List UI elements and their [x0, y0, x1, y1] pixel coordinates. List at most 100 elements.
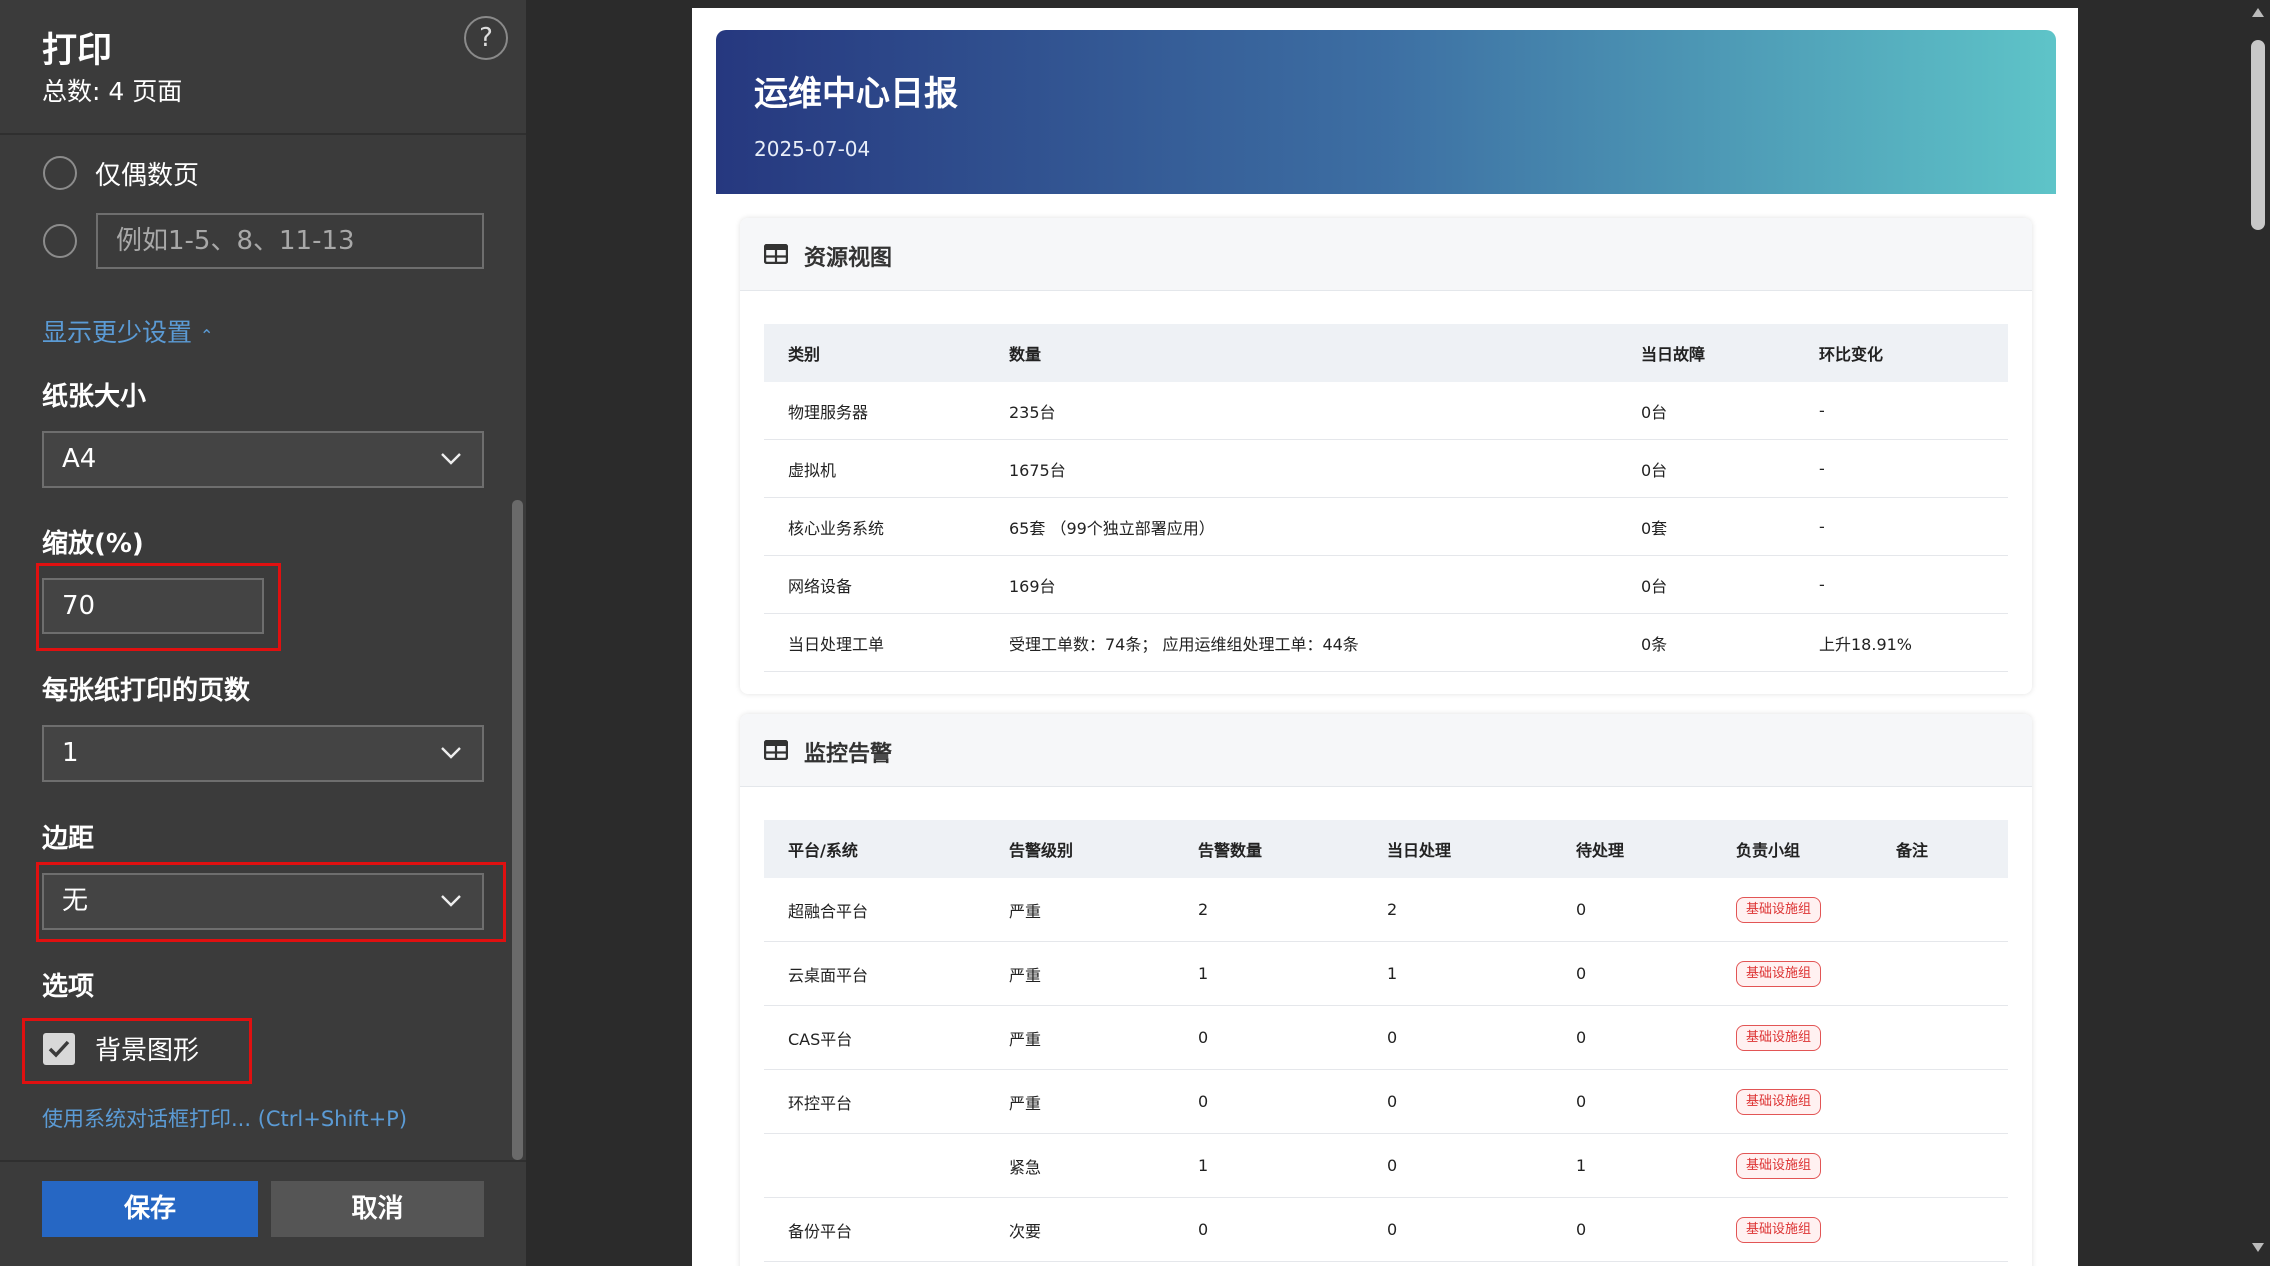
scroll-down-arrow-icon[interactable] [2252, 1243, 2264, 1252]
table-cell: 0台 [1617, 439, 1795, 498]
paper-size-value: A4 [62, 444, 97, 474]
resources-title: 资源视图 [804, 246, 893, 271]
header-divider [0, 133, 526, 135]
table-cell: 1 [1174, 1133, 1363, 1198]
print-title: 打印 [42, 31, 113, 71]
table-cell: 1 [1363, 941, 1552, 1006]
alerts-card: 监控告警 平台/系统 告警级别 告警数量 当日处理 待处理 负责小组 备注 超融… [740, 714, 2032, 1266]
table-cell: 严重 [985, 1069, 1174, 1134]
custom-range-radio[interactable] [43, 224, 77, 258]
team-badge: 基础设施组 [1736, 1088, 1822, 1115]
scale-label: 缩放(%) [42, 529, 144, 559]
chevron-down-icon [440, 727, 462, 760]
table-cell: 1 [1552, 1133, 1712, 1198]
table-cell: 基础设施组 [1712, 1069, 1872, 1134]
table-row: 超融合平台 严重 2 2 0 基础设施组 [764, 878, 2008, 942]
help-icon[interactable]: ? [464, 16, 508, 60]
table-cell: 上升18.91% [1795, 613, 2008, 672]
pages-per-sheet-select[interactable]: 1 [42, 725, 484, 782]
scroll-up-arrow-icon[interactable] [2252, 8, 2264, 17]
table-cell: 0 [1174, 1197, 1363, 1262]
table-row: 虚拟机 1675台 0台 - [764, 439, 2008, 498]
report-title: 运维中心日报 [754, 74, 958, 114]
column-header: 告警级别 [1009, 841, 1074, 860]
preview-scrollbar[interactable] [2246, 0, 2270, 1266]
table-cell: 基础设施组 [1712, 1197, 1872, 1262]
table-cell: 1675台 [985, 439, 1617, 498]
resources-card-header: 资源视图 [740, 218, 2032, 291]
table-cell: 235台 [985, 382, 1617, 440]
alerts-card-header: 监控告警 [740, 714, 2032, 787]
report-date: 2025-07-04 [754, 137, 871, 161]
show-less-label: 显示更少设置 [42, 318, 193, 347]
column-header: 数量 [1009, 345, 1042, 364]
pages-per-sheet-value: 1 [62, 738, 79, 768]
report-banner: 运维中心日报 2025-07-04 [716, 30, 2056, 194]
table-cell [764, 1133, 985, 1198]
scale-highlight-box [36, 563, 281, 651]
print-panel: 打印 总数: 4 页面 ? 仅偶数页 例如1-5、8、11-13 显示更少设置 ⌃… [0, 0, 526, 1266]
table-cell: 物理服务器 [764, 382, 985, 440]
even-pages-label: 仅偶数页 [95, 161, 200, 191]
table-cell: 基础设施组 [1712, 878, 1872, 942]
table-row: 备份平台 次要 0 0 0 基础设施组 [764, 1197, 2008, 1262]
table-cell: 紧急 [985, 1133, 1174, 1198]
table-cell: 云桌面平台 [764, 941, 985, 1006]
column-header: 备注 [1896, 841, 1929, 860]
panel-scrollbar[interactable] [512, 500, 523, 1160]
table-cell [1872, 941, 2008, 1006]
table-cell [1872, 1005, 2008, 1070]
even-pages-radio[interactable] [43, 156, 77, 190]
table-row: 紧急 1 0 1 基础设施组 [764, 1133, 2008, 1198]
table-cell: 2 [1174, 878, 1363, 942]
table-cell: 65套 （99个独立部署应用） [985, 497, 1617, 556]
paper-size-select[interactable]: A4 [42, 431, 484, 488]
table-cell: 0 [1174, 1005, 1363, 1070]
table-cell: 0 [1552, 1005, 1712, 1070]
print-preview-page: 运维中心日报 2025-07-04 资源视图 类别 数量 当日故障 环比变化 物… [692, 8, 2078, 1266]
table-cell: 0台 [1617, 555, 1795, 614]
table-cell: 严重 [985, 941, 1174, 1006]
cancel-button[interactable]: 取消 [271, 1181, 484, 1237]
table-cell: 0套 [1617, 497, 1795, 556]
alerts-table: 平台/系统 告警级别 告警数量 当日处理 待处理 负责小组 备注 超融合平台 严… [764, 820, 2008, 1262]
table-cell [1872, 878, 2008, 942]
table-cell: 次要 [985, 1197, 1174, 1262]
table-cell: 0 [1363, 1005, 1552, 1070]
team-badge: 基础设施组 [1736, 896, 1822, 923]
table-cell: 169台 [985, 555, 1617, 614]
table-row: 网络设备 169台 0台 - [764, 555, 2008, 614]
margins-highlight-box [36, 862, 506, 942]
paper-size-label: 纸张大小 [42, 382, 147, 412]
table-cell: 严重 [985, 878, 1174, 942]
table-cell: 0 [1363, 1069, 1552, 1134]
table-cell: 0 [1174, 1069, 1363, 1134]
system-dialog-link[interactable]: 使用系统对话框打印... (Ctrl+Shift+P) [42, 1103, 407, 1133]
chevron-down-icon [440, 433, 462, 466]
table-cell: 0台 [1617, 382, 1795, 440]
table-cell: CAS平台 [764, 1005, 985, 1070]
table-cell [1872, 1133, 2008, 1198]
table-row: CAS平台 严重 0 0 0 基础设施组 [764, 1005, 2008, 1070]
table-row: 核心业务系统 65套 （99个独立部署应用） 0套 - [764, 497, 2008, 556]
table-cell: - [1795, 382, 2008, 440]
team-badge: 基础设施组 [1736, 1216, 1822, 1243]
table-cell: 0条 [1617, 613, 1795, 672]
team-badge: 基础设施组 [1736, 960, 1822, 987]
table-cell: 0 [1552, 878, 1712, 942]
scroll-thumb[interactable] [2251, 40, 2265, 230]
options-label: 选项 [42, 972, 95, 1002]
page-total: 总数: 4 页面 [42, 77, 183, 106]
table-cell [1872, 1069, 2008, 1134]
table-cell: 严重 [985, 1005, 1174, 1070]
save-button[interactable]: 保存 [42, 1181, 258, 1237]
table-cell: - [1795, 497, 2008, 556]
show-less-settings-link[interactable]: 显示更少设置 ⌃ [42, 313, 213, 349]
table-row: 云桌面平台 严重 1 1 0 基础设施组 [764, 941, 2008, 1006]
column-header: 负责小组 [1736, 841, 1801, 860]
table-grid-icon [764, 740, 788, 760]
table-cell: 0 [1552, 941, 1712, 1006]
page-range-input[interactable]: 例如1-5、8、11-13 [96, 213, 484, 269]
table-cell: 虚拟机 [764, 439, 985, 498]
table-cell: 环控平台 [764, 1069, 985, 1134]
